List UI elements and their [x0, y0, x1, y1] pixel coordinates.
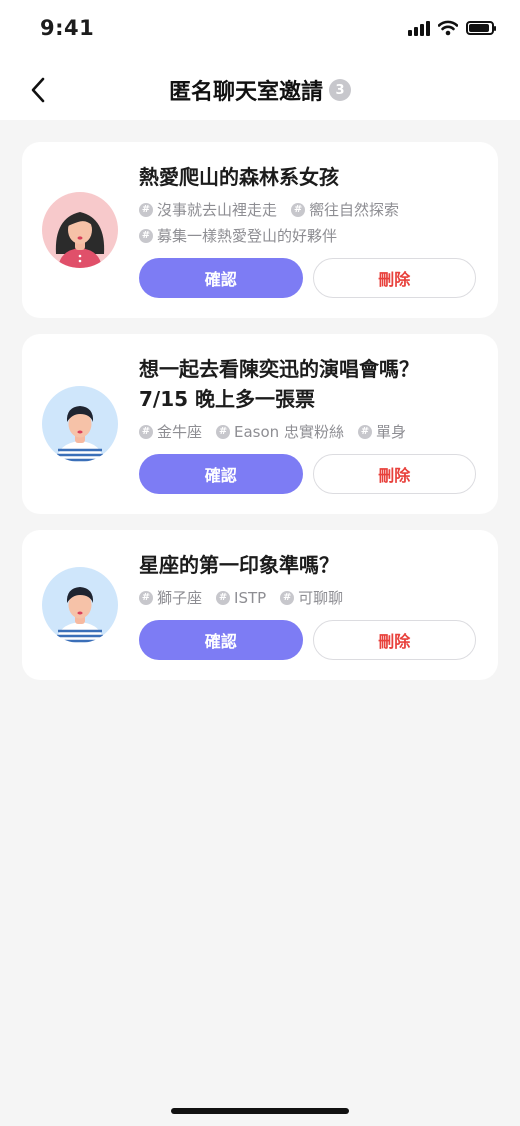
tag: # 可聊聊	[280, 586, 343, 610]
tag: # 嚮往自然探索	[291, 198, 399, 222]
status-time: 9:41	[40, 16, 95, 40]
invitation-title-line: 7/15 晚上多一張票	[139, 387, 316, 411]
tag: # 募集一樣熱愛登山的好夥伴	[139, 224, 337, 248]
tag-list: # 金牛座 # Eason 忠實粉絲 # 單身	[139, 420, 476, 444]
card-actions: 確認 刪除	[139, 454, 476, 494]
tag-label: Eason 忠實粉絲	[234, 423, 344, 441]
invitation-count-badge: 3	[329, 79, 351, 101]
delete-button[interactable]: 刪除	[312, 258, 476, 298]
tag-label: 可聊聊	[298, 589, 344, 607]
tag: # 沒事就去山裡走走	[139, 198, 277, 222]
tag-label: ISTP	[234, 589, 267, 607]
wifi-icon	[438, 20, 458, 36]
invitation-title-line: 想一起去看陳奕迅的演唱會嗎？	[139, 357, 419, 381]
tag: # 獅子座	[139, 586, 202, 610]
confirm-button[interactable]: 確認	[139, 620, 303, 660]
tag-label: 募集一樣熱愛登山的好夥伴	[157, 227, 338, 245]
battery-icon	[466, 21, 496, 35]
hashtag-icon: #	[357, 425, 372, 439]
status-bar: 9:41	[0, 0, 520, 60]
hashtag-icon: #	[139, 591, 153, 605]
invitation-title: 星座的第一印象準嗎？	[139, 550, 476, 580]
tag: # Eason 忠實粉絲	[216, 420, 344, 444]
tag-label: 嚮往自然探索	[309, 201, 400, 219]
hashtag-icon: #	[139, 203, 153, 217]
hashtag-icon: #	[216, 591, 231, 605]
hashtag-icon: #	[216, 425, 231, 439]
page-title-group: 匿名聊天室邀請 3	[0, 74, 520, 106]
signal-icon	[408, 20, 430, 36]
hashtag-icon: #	[139, 425, 153, 439]
tag: # 單身	[357, 420, 406, 444]
tag-list: # 獅子座 # ISTP # 可聊聊	[139, 586, 476, 610]
tag-label: 獅子座	[157, 589, 203, 607]
tag-list: # 沒事就去山裡走走 # 嚮往自然探索 # 募集一樣熱愛登山的好夥伴	[139, 198, 476, 248]
invitation-title: 想一起去看陳奕迅的演唱會嗎？ 7/15 晚上多一張票	[139, 354, 476, 414]
invitation-card: 星座的第一印象準嗎？ # 獅子座 # ISTP # 可聊聊 確認 刪除	[22, 530, 498, 680]
nav-bar: 匿名聊天室邀請 3	[0, 60, 520, 120]
tag-label: 金牛座	[157, 423, 203, 441]
hashtag-icon: #	[280, 591, 295, 605]
hashtag-icon: #	[291, 203, 306, 217]
invitation-title-line: 熱愛爬山的森林系女孩	[139, 165, 339, 189]
confirm-button[interactable]: 確認	[139, 454, 303, 494]
invitation-card: 想一起去看陳奕迅的演唱會嗎？ 7/15 晚上多一張票 # 金牛座 # Eason 忠實粉絲…	[22, 334, 498, 514]
tag-label: 沒事就去山裡走走	[157, 201, 278, 219]
page-title: 匿名聊天室邀請	[168, 80, 323, 105]
top-bar: 9:41 匿名聊天室邀請 3	[0, 0, 520, 120]
card-actions: 確認 刪除	[139, 620, 476, 660]
tag-label: 單身	[375, 423, 406, 441]
home-indicator	[171, 1108, 349, 1114]
tag: # ISTP	[216, 586, 266, 610]
invitation-list: 熱愛爬山的森林系女孩 # 沒事就去山裡走走 # 嚮往自然探索 # 募集一樣熱愛登山的好夥伴確…	[22, 142, 498, 696]
delete-button[interactable]: 刪除	[312, 620, 476, 660]
delete-button[interactable]: 刪除	[312, 454, 476, 494]
invitation-title: 熱愛爬山的森林系女孩	[139, 162, 476, 192]
invitation-card: 熱愛爬山的森林系女孩 # 沒事就去山裡走走 # 嚮往自然探索 # 募集一樣熱愛登山的好夥伴確…	[22, 142, 498, 318]
invitation-title-line: 星座的第一印象準嗎？	[139, 553, 339, 577]
avatar	[42, 192, 118, 268]
avatar	[42, 386, 118, 462]
card-actions: 確認 刪除	[139, 258, 476, 298]
status-icons	[408, 20, 496, 36]
tag: # 金牛座	[139, 420, 202, 444]
confirm-button[interactable]: 確認	[139, 258, 303, 298]
avatar	[42, 567, 118, 643]
hashtag-icon: #	[139, 229, 153, 243]
